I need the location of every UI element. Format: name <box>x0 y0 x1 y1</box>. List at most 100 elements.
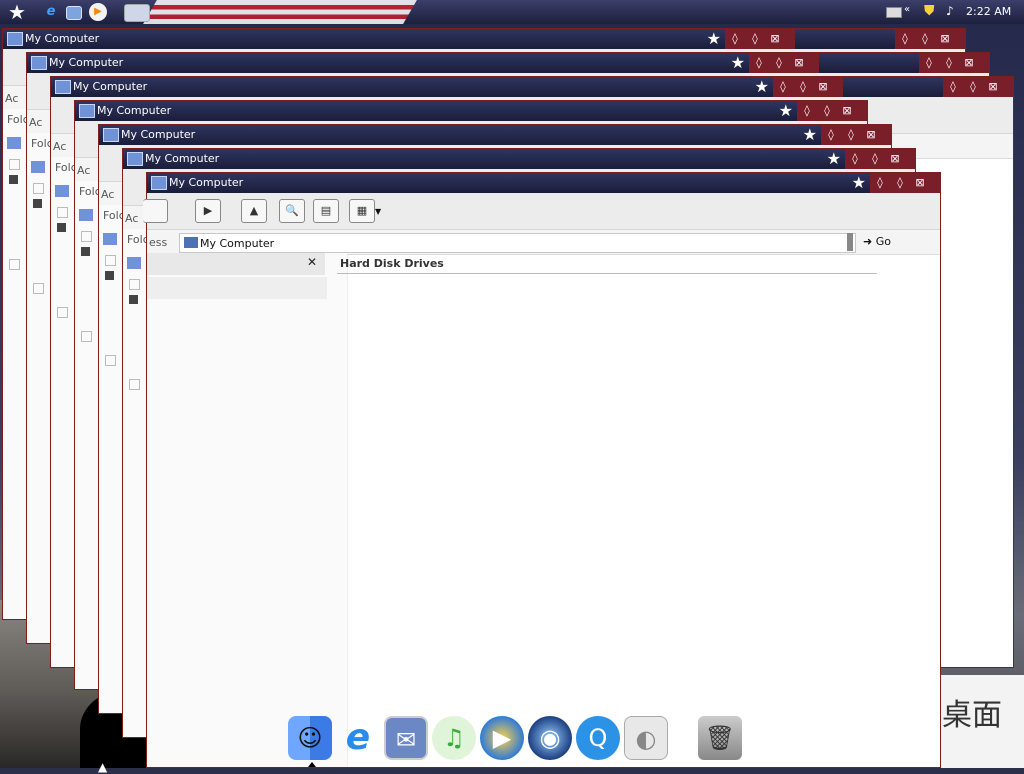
expand-box[interactable] <box>9 159 20 170</box>
minimize-button[interactable]: ◊ <box>870 173 890 193</box>
clock[interactable]: 2:22 AM <box>966 5 1011 18</box>
minimize-button[interactable]: ◊ <box>749 53 769 73</box>
window-titlebar[interactable]: My Computer ★ ◊ ◊ ⊠ <box>147 173 940 193</box>
volume-icon[interactable]: ♪ <box>946 4 954 18</box>
collapse-box[interactable] <box>105 271 114 280</box>
my-computer-window-active[interactable]: My Computer ★ ◊ ◊ ⊠ ▶ ▲ 🔍 ▤ ▦ ▼ ess My Com… <box>143 172 941 768</box>
expand-box[interactable] <box>81 231 92 242</box>
maximize-button[interactable]: ◊ <box>769 53 789 73</box>
minimize-button[interactable]: ◊ <box>895 29 915 49</box>
views-button[interactable]: ▦ <box>349 199 375 223</box>
close-button[interactable]: ⊠ <box>813 77 833 97</box>
dvd-player-icon[interactable]: ◉ <box>528 716 572 760</box>
close-button[interactable]: ⊠ <box>910 173 930 193</box>
show-desktop-icon[interactable] <box>66 6 82 20</box>
window-titlebar[interactable]: My Computer ★ ◊ ◊ ⊠ ◊ ◊ ⊠ <box>3 29 965 49</box>
back-button[interactable] <box>143 199 168 223</box>
close-button[interactable]: ⊠ <box>983 77 1003 97</box>
maximize-button[interactable]: ◊ <box>745 29 765 49</box>
close-pane-icon[interactable]: ✕ <box>307 255 317 269</box>
close-button[interactable]: ⊠ <box>765 29 785 49</box>
window-controls[interactable]: ◊ ◊ ⊠ <box>725 29 795 49</box>
window-controls[interactable]: ◊ ◊ ⊠ <box>797 101 867 121</box>
close-button[interactable]: ⊠ <box>935 29 955 49</box>
window-titlebar[interactable]: My Computer ★ ◊ ◊ ⊠ ◊ ◊ ⊠ <box>27 53 989 73</box>
minimize-button[interactable]: ◊ <box>725 29 745 49</box>
tray-expand-icon[interactable]: « <box>904 4 910 15</box>
minimize-button[interactable]: ◊ <box>821 125 841 145</box>
window-controls[interactable]: ◊ ◊ ⊠ <box>821 125 891 145</box>
close-button[interactable]: ⊠ <box>959 53 979 73</box>
window-titlebar[interactable]: My Computer ★ ◊ ◊ ⊠ <box>123 149 915 169</box>
go-button[interactable]: ➜ Go <box>863 233 913 251</box>
my-computer-icon <box>151 176 167 190</box>
collapse-box[interactable] <box>81 247 90 256</box>
maximize-button[interactable]: ◊ <box>793 77 813 97</box>
window-titlebar[interactable]: My Computer ★ ◊ ◊ ⊠ <box>75 101 867 121</box>
expand-box[interactable] <box>33 183 44 194</box>
expand-box[interactable] <box>9 259 20 270</box>
trash-icon[interactable]: 🗑 <box>698 716 742 760</box>
window-title: My Computer <box>145 152 220 165</box>
window-controls-secondary[interactable]: ◊ ◊ ⊠ <box>919 53 989 73</box>
window-controls[interactable]: ◊ ◊ ⊠ <box>845 149 915 169</box>
expand-box[interactable] <box>57 307 68 318</box>
address-input[interactable]: My Computer <box>179 233 856 253</box>
maximize-button[interactable]: ◊ <box>817 101 837 121</box>
star-icon: ★ <box>802 125 817 144</box>
maximize-button[interactable]: ◊ <box>841 125 861 145</box>
search-button[interactable]: 🔍 <box>279 199 305 223</box>
minimize-button[interactable]: ◊ <box>797 101 817 121</box>
collapse-box[interactable] <box>129 295 138 304</box>
security-shield-icon[interactable]: ⛊ <box>924 3 935 19</box>
expand-box[interactable] <box>129 279 140 290</box>
minimize-button[interactable]: ◊ <box>943 77 963 97</box>
window-controls[interactable]: ◊ ◊ ⊠ <box>870 173 940 193</box>
close-button[interactable]: ⊠ <box>789 53 809 73</box>
start-star-icon[interactable]: ★ <box>8 0 26 24</box>
window-titlebar[interactable]: My Computer ★ ◊ ◊ ⊠ <box>99 125 891 145</box>
address-dropdown[interactable] <box>847 233 853 251</box>
expand-box[interactable] <box>33 283 44 294</box>
expand-box[interactable] <box>57 207 68 218</box>
internet-explorer-icon[interactable]: e <box>336 716 380 760</box>
views-dropdown-icon[interactable]: ▼ <box>375 207 381 216</box>
forward-button[interactable]: ▶ <box>195 199 221 223</box>
window-titlebar[interactable]: My Computer ★ ◊ ◊ ⊠ ◊ ◊ ⊠ <box>51 77 1013 97</box>
expand-box[interactable] <box>105 355 116 366</box>
minimize-button[interactable]: ◊ <box>919 53 939 73</box>
apple-icon[interactable]: ◐ <box>624 716 668 760</box>
collapse-box[interactable] <box>57 223 66 232</box>
folders-button[interactable]: ▤ <box>313 199 339 223</box>
expand-box[interactable] <box>81 331 92 342</box>
collapse-box[interactable] <box>9 175 18 184</box>
media-player-icon[interactable]: ▶ <box>480 716 524 760</box>
close-button[interactable]: ⊠ <box>837 101 857 121</box>
mail-icon[interactable]: ✉ <box>384 716 428 760</box>
window-controls-secondary[interactable]: ◊ ◊ ⊠ <box>943 77 1013 97</box>
my-computer-icon <box>103 128 119 142</box>
maximize-button[interactable]: ◊ <box>865 149 885 169</box>
expand-box[interactable] <box>105 255 116 266</box>
internet-explorer-icon[interactable]: e <box>42 3 60 21</box>
keyboard-icon[interactable] <box>886 7 902 18</box>
window-controls[interactable]: ◊ ◊ ⊠ <box>749 53 819 73</box>
close-button[interactable]: ⊠ <box>861 125 881 145</box>
finder-icon[interactable]: ☺ <box>288 716 332 760</box>
maximize-button[interactable]: ◊ <box>890 173 910 193</box>
collapse-box[interactable] <box>33 199 42 208</box>
window-controls-secondary[interactable]: ◊ ◊ ⊠ <box>895 29 965 49</box>
quicktime-icon[interactable]: Q <box>576 716 620 760</box>
taskbar-window-button[interactable] <box>124 4 150 22</box>
minimize-button[interactable]: ◊ <box>845 149 865 169</box>
maximize-button[interactable]: ◊ <box>915 29 935 49</box>
minimize-button[interactable]: ◊ <box>773 77 793 97</box>
maximize-button[interactable]: ◊ <box>963 77 983 97</box>
media-player-icon[interactable]: ▶ <box>89 3 107 21</box>
window-controls[interactable]: ◊ ◊ ⊠ <box>773 77 843 97</box>
itunes-icon[interactable]: ♫ <box>432 716 476 760</box>
maximize-button[interactable]: ◊ <box>939 53 959 73</box>
expand-box[interactable] <box>129 379 140 390</box>
up-button[interactable]: ▲ <box>241 199 267 223</box>
close-button[interactable]: ⊠ <box>885 149 905 169</box>
